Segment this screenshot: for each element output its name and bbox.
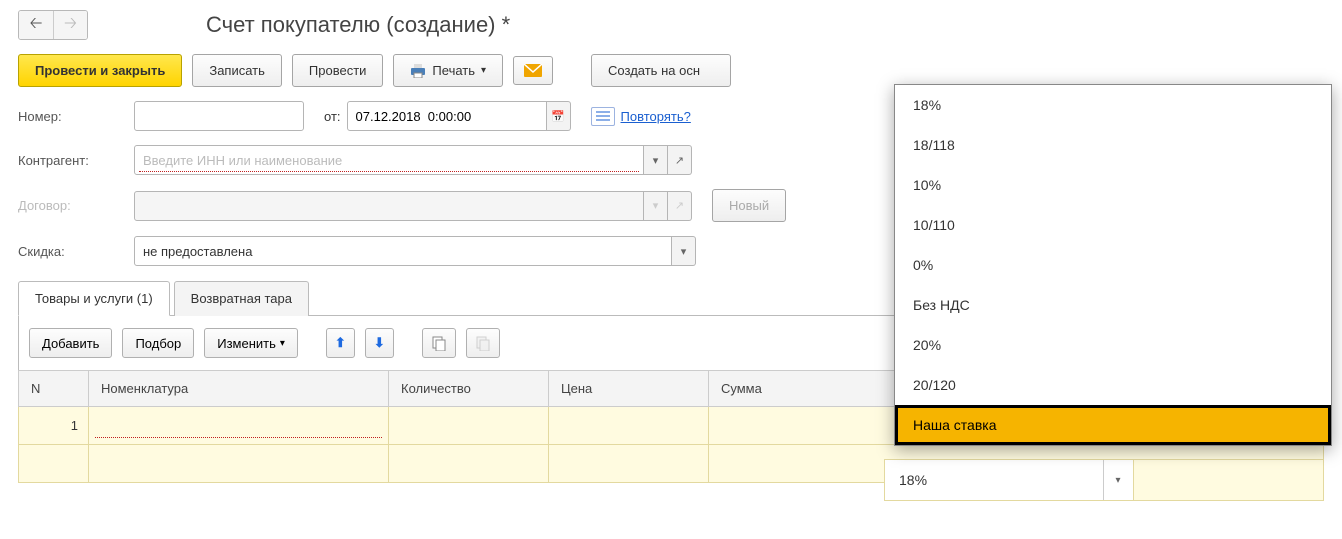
contract-dropdown-icon: ▾	[644, 191, 668, 221]
paste-icon	[475, 335, 491, 351]
vat-option[interactable]: 10%	[895, 165, 1331, 205]
nav-forward-button[interactable]: 🡢	[53, 11, 87, 39]
vat-option[interactable]: 18/118	[895, 125, 1331, 165]
contract-input	[134, 191, 644, 221]
email-button[interactable]	[513, 56, 553, 85]
chevron-down-icon: ▾	[280, 338, 285, 349]
print-label: Печать	[432, 63, 475, 78]
contract-label: Договор:	[18, 198, 128, 213]
print-button[interactable]: Печать ▾	[393, 54, 503, 87]
contractor-input[interactable]: Введите ИНН или наименование	[143, 153, 342, 168]
number-input[interactable]	[134, 101, 304, 131]
tab-tare[interactable]: Возвратная тара	[174, 281, 309, 316]
calendar-icon[interactable]: 📅	[547, 101, 571, 131]
move-down-button[interactable]: ⬇	[365, 328, 394, 358]
cell-nomenclature[interactable]	[89, 407, 389, 445]
move-up-button[interactable]: ⬆	[326, 328, 355, 358]
vat-option[interactable]: 20/120	[895, 365, 1331, 405]
write-button[interactable]: Записать	[192, 54, 282, 87]
envelope-icon	[524, 64, 542, 77]
vat-dropdown-trigger[interactable]: ▾	[1103, 460, 1133, 500]
discount-input[interactable]: не предоставлена	[143, 244, 252, 259]
add-row-button[interactable]: Добавить	[29, 328, 112, 358]
contractor-open-icon[interactable]: ↗	[668, 145, 692, 175]
edit-button[interactable]: Изменить ▾	[204, 328, 298, 358]
copy-icon	[431, 335, 447, 351]
edit-label: Изменить	[217, 336, 276, 351]
cell-qty[interactable]	[389, 407, 549, 445]
arrow-up-icon: ⬆	[335, 335, 346, 351]
cell-n[interactable]: 1	[19, 407, 89, 445]
col-n: N	[19, 371, 89, 407]
post-button[interactable]: Провести	[292, 54, 384, 87]
chevron-down-icon: ▾	[481, 65, 486, 76]
post-and-close-button[interactable]: Провести и закрыть	[18, 54, 182, 87]
vat-value[interactable]: 18%	[885, 460, 1103, 500]
create-based-on-button[interactable]: Создать на осн	[591, 54, 731, 87]
vat-option[interactable]: Без НДС	[895, 285, 1331, 325]
pick-button[interactable]: Подбор	[122, 328, 194, 358]
new-contract-button[interactable]: Новый	[712, 189, 786, 222]
contract-open-icon: ↗	[668, 191, 692, 221]
vat-option[interactable]: Наша ставка	[895, 405, 1331, 445]
vat-option[interactable]: 20%	[895, 325, 1331, 365]
vat-option[interactable]: 18%	[895, 85, 1331, 125]
discount-label: Скидка:	[18, 244, 128, 259]
col-nomenclature: Номенклатура	[89, 371, 389, 407]
copy-button[interactable]	[422, 328, 456, 358]
repeat-link[interactable]: Повторять?	[621, 109, 691, 124]
date-input[interactable]	[347, 101, 547, 131]
col-price: Цена	[549, 371, 709, 407]
vat-rate-dropdown: 18%18/11810%10/1100%Без НДС20%20/120Наша…	[894, 84, 1332, 446]
contractor-dropdown-icon[interactable]: ▾	[644, 145, 668, 175]
page-title: Счет покупателю (создание) *	[206, 12, 510, 38]
tab-goods[interactable]: Товары и услуги (1)	[18, 281, 170, 316]
nav-back-button[interactable]: 🡠	[19, 11, 53, 39]
paste-button[interactable]	[466, 328, 500, 358]
number-label: Номер:	[18, 109, 128, 124]
nav-back-forward: 🡠 🡢	[18, 10, 88, 40]
list-icon[interactable]	[591, 107, 615, 126]
from-label: от:	[324, 109, 341, 124]
cell-price[interactable]	[549, 407, 709, 445]
printer-icon	[410, 64, 426, 78]
discount-dropdown-icon[interactable]: ▾	[672, 236, 696, 266]
vat-option[interactable]: 10/110	[895, 205, 1331, 245]
contractor-label: Контрагент:	[18, 153, 128, 168]
vat-option[interactable]: 0%	[895, 245, 1331, 285]
col-qty: Количество	[389, 371, 549, 407]
arrow-down-icon: ⬇	[374, 335, 385, 351]
vat-cell: 18% ▾	[884, 459, 1324, 501]
